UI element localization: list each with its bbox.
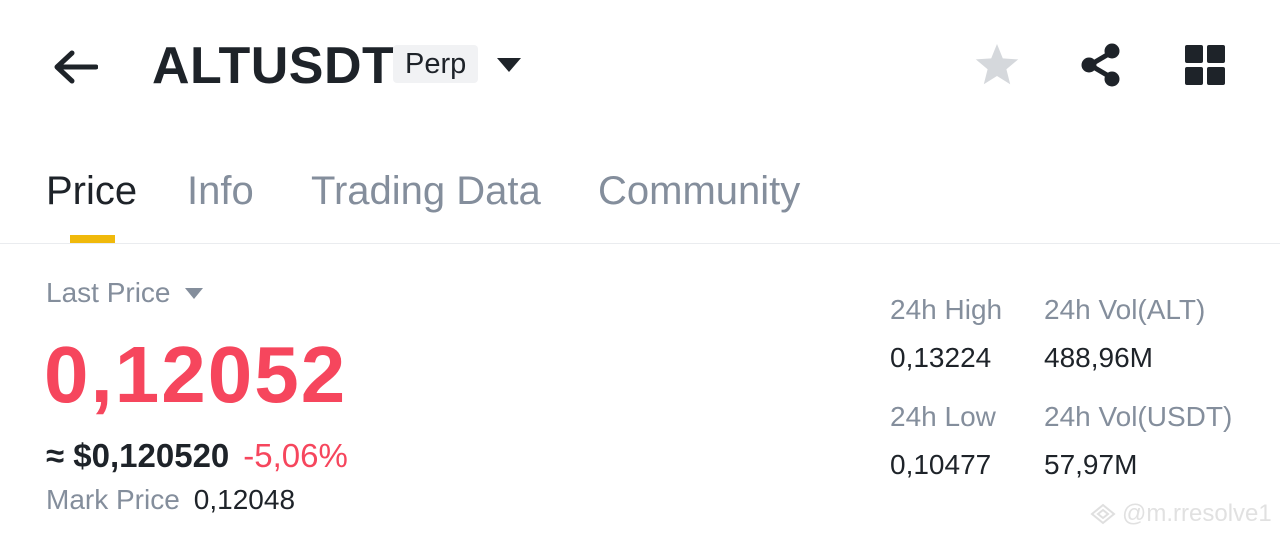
- caret-down-icon: [184, 287, 203, 299]
- tab-trading-data[interactable]: Trading Data: [311, 166, 541, 216]
- back-button[interactable]: [48, 40, 102, 94]
- watermark: @m.rresolve1: [1090, 500, 1272, 528]
- low-24h-value: 0,10477: [890, 449, 992, 480]
- watermark-text: @m.rresolve1: [1122, 500, 1272, 527]
- mark-price-label: Mark Price: [46, 484, 180, 515]
- high-24h-label: 24h High: [890, 294, 1003, 325]
- mark-price-row: Mark Price 0,12048: [46, 482, 295, 518]
- tab-community[interactable]: Community: [598, 166, 800, 216]
- contract-type-badge: Perp: [393, 45, 479, 83]
- usd-price-row: ≈ $0,120520 -5,06%: [46, 436, 348, 476]
- vol-base-label: 24h Vol(ALT): [1044, 294, 1206, 325]
- last-price-value: 0,12052: [44, 330, 348, 419]
- price-change-percent: -5,06%: [243, 437, 348, 474]
- mark-price-value: 0,12048: [193, 484, 296, 515]
- share-icon: [1081, 43, 1120, 87]
- share-button[interactable]: [1076, 40, 1126, 90]
- grid-icon: [1185, 45, 1225, 85]
- tab-price[interactable]: Price: [46, 166, 137, 216]
- high-24h-value: 0,13224: [890, 342, 992, 373]
- star-icon: [975, 44, 1019, 85]
- caret-down-icon: [497, 58, 521, 72]
- diamond-logo-icon: [1090, 503, 1116, 525]
- vol-base-value: 488,96M: [1044, 342, 1153, 373]
- usd-price-value: ≈ $0,120520: [46, 437, 230, 474]
- symbol-title[interactable]: ALTUSDT: [152, 38, 394, 94]
- tab-info[interactable]: Info: [187, 166, 254, 216]
- grid-menu-button[interactable]: [1180, 40, 1230, 90]
- vol-quote-value: 57,97M: [1044, 449, 1138, 480]
- tab-bar: Price Info Trading Data Community: [0, 160, 1280, 244]
- favorite-button[interactable]: [972, 40, 1022, 90]
- low-24h-label: 24h Low: [890, 401, 996, 432]
- symbol-dropdown-button[interactable]: [494, 50, 524, 80]
- arrow-left-icon: [54, 50, 98, 84]
- last-price-label: Last Price: [46, 277, 171, 308]
- active-tab-indicator: [70, 235, 115, 243]
- last-price-selector[interactable]: Last Price: [46, 276, 203, 310]
- vol-quote-label: 24h Vol(USDT): [1044, 401, 1233, 432]
